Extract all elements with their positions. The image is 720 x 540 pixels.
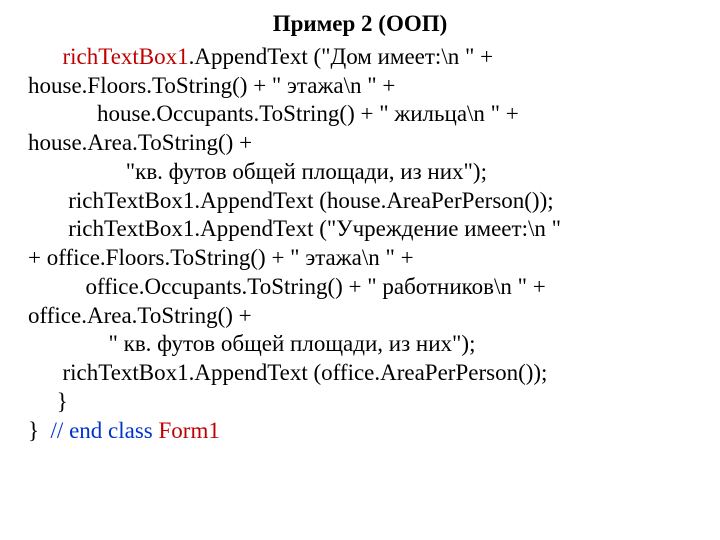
code-segment: richTextBox1.AppendText (office.AreaPerP… xyxy=(28,360,553,385)
code-line: "кв. футов общей площади, из них"); xyxy=(28,158,692,187)
code-segment: // xyxy=(51,418,70,443)
code-line: office.Area.ToString() + xyxy=(28,302,692,331)
code-line: " кв. футов общей площади, из них"); xyxy=(28,330,692,359)
code-line: office.Occupants.ToString() + " работник… xyxy=(28,273,692,302)
code-segment xyxy=(28,44,63,69)
code-segment: } xyxy=(28,389,68,414)
code-segment: } xyxy=(28,418,51,443)
code-segment: .AppendText ("Дом имеет:\n " + xyxy=(189,44,493,69)
code-line: + office.Floors.ToString() + " этажа\n "… xyxy=(28,244,692,273)
code-segment: house.Occupants.ToString() + " жильца\n … xyxy=(28,101,525,126)
slide-title: Пример 2 (ООП) xyxy=(28,10,692,39)
code-line: richTextBox1.AppendText (house.AreaPerPe… xyxy=(28,187,692,216)
code-segment: richTextBox1.AppendText (house.AreaPerPe… xyxy=(28,188,554,213)
code-segment: " кв. футов общей площади, из них"); xyxy=(28,331,475,356)
code-segment: "кв. футов общей площади, из них"); xyxy=(28,159,487,184)
code-line: } // end class Form1 xyxy=(28,417,692,446)
code-line: richTextBox1.AppendText ("Учреждение име… xyxy=(28,215,692,244)
slide-page: Пример 2 (ООП) richTextBox1.AppendText (… xyxy=(0,0,720,445)
code-segment: richTextBox1 xyxy=(63,44,189,69)
code-segment: house.Floors.ToString() + " этажа\n " + xyxy=(28,73,395,98)
code-line: } xyxy=(28,388,692,417)
code-segment: Form1 xyxy=(159,418,220,443)
code-segment: richTextBox1.AppendText ("Учреждение име… xyxy=(28,216,567,241)
code-segment: house.Area.ToString() + xyxy=(28,130,252,155)
code-segment: office.Occupants.ToString() + " работник… xyxy=(28,274,552,299)
code-line: richTextBox1.AppendText ("Дом имеет:\n "… xyxy=(28,43,692,72)
code-line: house.Floors.ToString() + " этажа\n " + xyxy=(28,72,692,101)
code-line: richTextBox1.AppendText (office.AreaPerP… xyxy=(28,359,692,388)
code-line: house.Area.ToString() + xyxy=(28,129,692,158)
code-segment: + office.Floors.ToString() + " этажа\n "… xyxy=(28,245,414,270)
code-segment: end class xyxy=(69,418,153,443)
code-block: richTextBox1.AppendText ("Дом имеет:\n "… xyxy=(28,43,692,446)
code-line: house.Occupants.ToString() + " жильца\n … xyxy=(28,100,692,129)
code-segment: office.Area.ToString() + xyxy=(28,303,252,328)
